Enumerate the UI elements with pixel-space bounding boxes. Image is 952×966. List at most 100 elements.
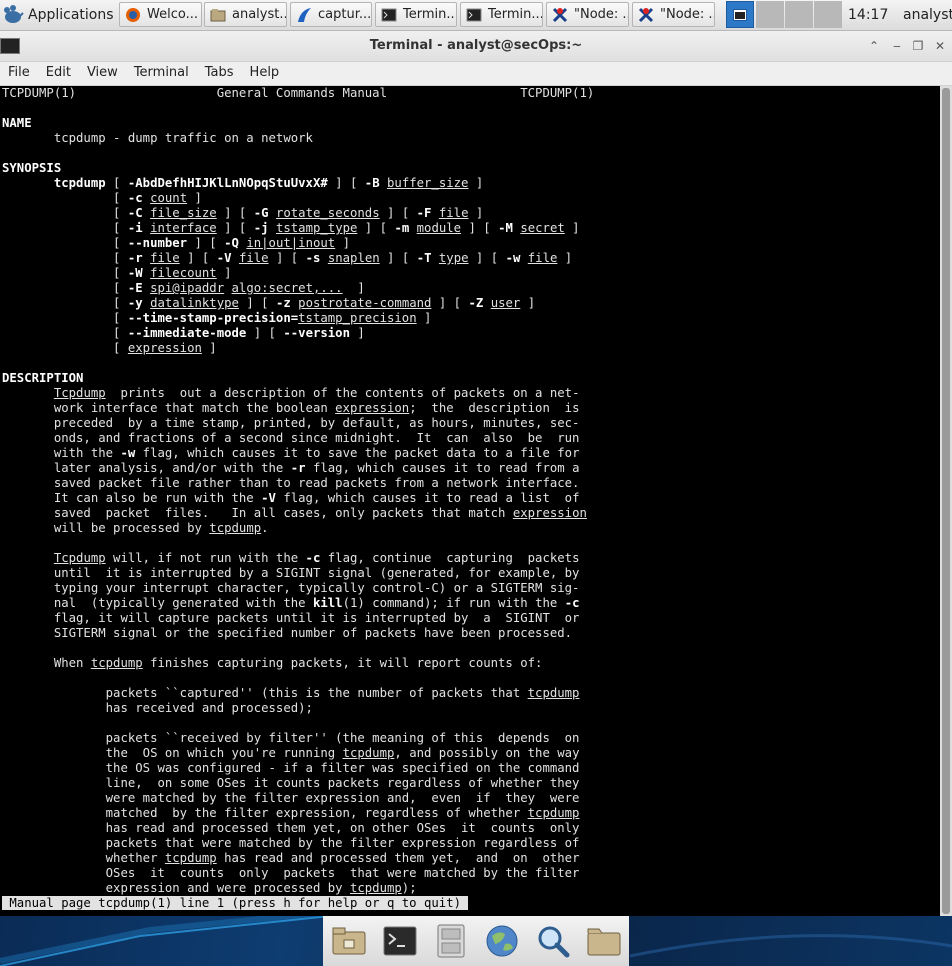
firefox-icon — [124, 6, 142, 24]
terminal-line: later analysis, and/or with the -r flag,… — [2, 461, 580, 475]
terminal-line: flag, it will capture packets until it i… — [2, 611, 580, 625]
terminal-line: packets ``received by filter'' (the mean… — [2, 731, 580, 745]
task-terminal-2[interactable]: Termin... — [460, 2, 543, 27]
terminal-line: work interface that match the boolean ex… — [2, 401, 580, 415]
minimize-icon: ‒ — [893, 39, 901, 53]
terminal-line: packets ``captured'' (this is the number… — [2, 686, 580, 700]
terminal-line: has read and processed them yet, on othe… — [2, 821, 580, 835]
user-menu[interactable]: analyst — [903, 0, 952, 30]
task-firefox[interactable]: Welco... — [119, 2, 202, 27]
menu-help[interactable]: Help — [242, 62, 288, 85]
terminal-line: [ -W filecount ] — [2, 266, 232, 280]
terminal-line: the OS was configured - if a filter was … — [2, 761, 580, 775]
mininet-icon — [551, 6, 569, 24]
task-terminal-1[interactable]: Termin... — [375, 2, 457, 27]
folder-icon — [587, 928, 620, 956]
terminal-line: onds, and fractions of a second since mi… — [2, 431, 580, 445]
applications-label: Applications — [28, 7, 114, 23]
terminal-line: were matched by the filter expression an… — [2, 791, 580, 805]
terminal-line: has received and processed); — [2, 701, 313, 715]
file-cabinet-icon — [437, 924, 464, 958]
task-label: Termin... — [488, 7, 543, 22]
dock-show-desktop[interactable] — [329, 921, 369, 961]
window-title: Terminal - analyst@secOps:~ — [369, 38, 583, 53]
terminal-line: [ -i interface ] [ -j tstamp_type ] [ -m… — [2, 221, 580, 235]
dock — [323, 916, 629, 966]
terminal-line: saved packet file rather than to read pa… — [2, 476, 580, 490]
terminal-line: [ -E spi@ipaddr algo:secret,... ] — [2, 281, 365, 295]
search-icon — [538, 926, 569, 958]
scrollbar-thumb[interactable] — [942, 88, 950, 914]
workspace-4[interactable] — [814, 1, 842, 28]
terminal-icon — [465, 6, 483, 24]
terminal-line: will be processed by tcpdump. — [2, 521, 269, 535]
menu-tabs[interactable]: Tabs — [197, 62, 242, 85]
terminal-line: [ --time-stamp-precision=tstamp_precisio… — [2, 311, 432, 325]
terminal-line: Tcpdump prints out a description of the … — [53, 386, 580, 400]
terminal-line: line, on some OSes it counts packets reg… — [2, 776, 580, 790]
terminal-line: NAME — [2, 116, 32, 130]
menu-bar: File Edit View Terminal Tabs Help — [0, 62, 952, 86]
task-node-1[interactable]: "Node: ... — [546, 2, 629, 27]
close-button[interactable]: ✕ — [932, 38, 948, 54]
terminal-line: [ expression ] — [2, 341, 217, 355]
terminal-line: DESCRIPTION — [2, 371, 84, 385]
chevron-up-icon: ⌃ — [868, 39, 880, 53]
terminal-line: [ --number ] [ -Q in|out|inout ] — [2, 236, 350, 250]
menu-view[interactable]: View — [79, 62, 126, 85]
clock[interactable]: 14:17 — [848, 0, 888, 30]
terminal-area[interactable]: TCPDUMP(1) General Commands Manual TCPDU… — [0, 86, 940, 916]
menu-file[interactable]: File — [0, 62, 38, 85]
dock-terminal[interactable] — [380, 921, 420, 961]
terminal-line: until it is interrupted by a SIGINT sign… — [2, 566, 580, 580]
task-file-manager[interactable]: analyst... — [204, 2, 287, 27]
dock-folder[interactable] — [584, 921, 624, 961]
task-label: Welco... — [147, 7, 198, 22]
shade-button[interactable]: ⌃ — [866, 38, 882, 54]
terminal-line: SIGTERM signal or the specified number o… — [2, 626, 573, 640]
menu-terminal[interactable]: Terminal — [126, 62, 197, 85]
dock-search[interactable] — [533, 921, 573, 961]
dock-file-cabinet[interactable] — [431, 921, 471, 961]
workspace-1[interactable] — [726, 1, 754, 28]
workspace-window-icon — [733, 9, 747, 21]
minimize-button[interactable]: ‒ — [889, 38, 905, 54]
maximize-button[interactable]: ❐ — [910, 38, 926, 54]
terminal-line: When tcpdump finishes capturing packets,… — [2, 656, 543, 670]
terminal-scrollbar[interactable] — [940, 86, 952, 916]
task-wireshark[interactable]: captur... — [290, 2, 372, 27]
terminal-line: [ -C file_size ] [ -G rotate_seconds ] [… — [2, 206, 484, 220]
mininet-icon — [637, 6, 655, 24]
dock-web-browser[interactable] — [482, 921, 522, 961]
window-titlebar[interactable]: Terminal - analyst@secOps:~ ⌃ ‒ ❐ ✕ — [0, 31, 952, 62]
terminal-text: TCPDUMP(1) General Commands Manual TCPDU… — [2, 86, 594, 911]
workspace-3[interactable] — [785, 1, 813, 28]
terminal-line: [ -r file ] [ -V file ] [ -s snaplen ] [… — [2, 251, 573, 265]
terminal-line: [ --immediate-mode ] [ --version ] — [2, 326, 365, 340]
terminal-icon — [380, 6, 398, 24]
terminal-line: matched by the filter expression, regard… — [2, 806, 580, 820]
terminal-line: whether tcpdump has read and processed t… — [2, 851, 580, 865]
xfce-mouse-icon — [4, 5, 24, 23]
task-node-2[interactable]: "Node: ... — [632, 2, 715, 27]
task-label: "Node: ... — [574, 7, 629, 22]
terminal-line: preceded by a time stamp, printed, by de… — [2, 416, 580, 430]
workspace-2[interactable] — [756, 1, 784, 28]
menu-edit[interactable]: Edit — [38, 62, 79, 85]
terminal-line: [ -y datalinktype ] [ -z postrotate-comm… — [2, 296, 536, 310]
terminal-line: OSes it counts only packets that were ma… — [2, 866, 580, 880]
terminal-line: tcpdump [ -AbdDefhHIJKlLnNOpqStuUvxX# ] … — [53, 176, 484, 190]
applications-menu-button[interactable]: Applications — [2, 2, 114, 28]
terminal-line: SYNOPSIS — [2, 161, 62, 175]
terminal-line: expression and were processed by tcpdump… — [2, 881, 417, 895]
task-label: captur... — [318, 7, 372, 22]
terminal-line: with the -w flag, which causes it to sav… — [2, 446, 580, 460]
terminal-line: the OS on which you're running tcpdump, … — [2, 746, 580, 760]
task-label: analyst... — [232, 7, 287, 22]
